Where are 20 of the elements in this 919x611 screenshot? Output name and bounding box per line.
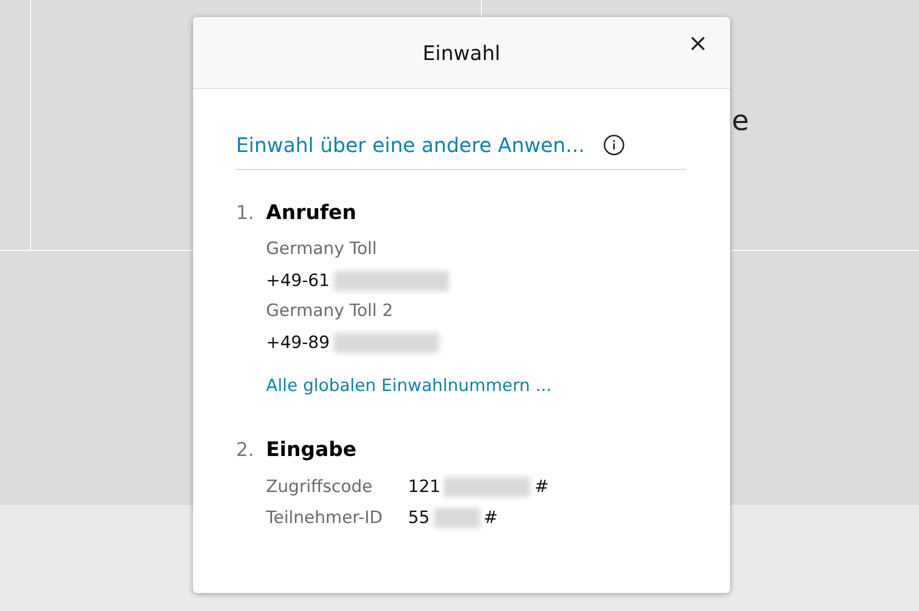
number-label: Germany Toll 2 (266, 300, 394, 323)
phone-number: +49-89 (266, 332, 330, 352)
step-number: 2. (236, 438, 254, 463)
code-value: 55 (408, 508, 430, 528)
hash-sign: # (534, 476, 549, 496)
dialog-title: Einwahl (422, 40, 500, 64)
step-title: Eingabe (266, 437, 358, 461)
all-numbers-link[interactable]: Alle globalen Einwahlnummern ... (266, 376, 552, 396)
hash-sign: # (484, 508, 498, 528)
other-app-link[interactable]: Einwahl über eine andere Anwen... (236, 133, 585, 157)
number-label: Germany Toll (266, 238, 378, 261)
info-icon[interactable] (602, 134, 625, 156)
phone-number: +49-61 (266, 270, 330, 290)
step-title: Anrufen (266, 200, 358, 224)
step-number: 1. (236, 201, 254, 226)
background-text: e (732, 104, 749, 137)
close-button[interactable]: × (684, 29, 712, 57)
code-value: 121 (408, 476, 440, 496)
code-label: Zugriffscode (266, 476, 374, 496)
code-label: Teilnehmer-ID (266, 508, 384, 528)
